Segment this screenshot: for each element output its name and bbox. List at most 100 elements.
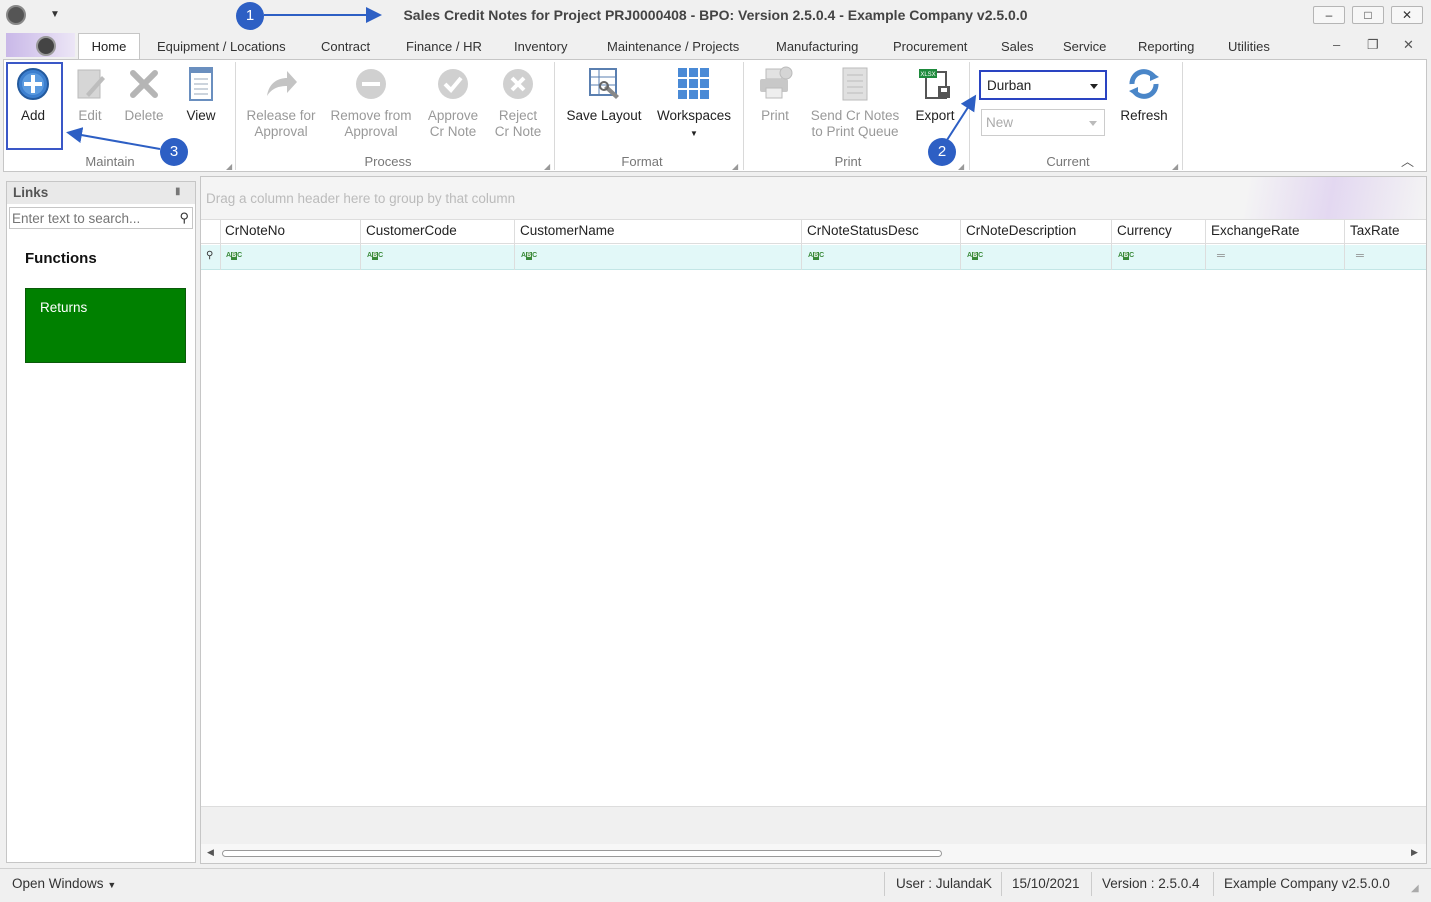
- pin-icon[interactable]: ▮: [175, 186, 181, 197]
- collapse-ribbon-icon[interactable]: ︿: [1401, 151, 1414, 170]
- tab-procurement[interactable]: Procurement: [893, 39, 967, 54]
- workspaces-button[interactable]: Workspaces ▼: [654, 66, 734, 142]
- column-header-exchangerate[interactable]: ExchangeRate: [1211, 223, 1300, 238]
- search-icon[interactable]: ⚲: [179, 210, 189, 226]
- reject-cr-note-button[interactable]: Reject Cr Note: [490, 66, 546, 140]
- refresh-icon: [1129, 69, 1159, 99]
- view-button[interactable]: View: [180, 66, 222, 124]
- tab-inventory[interactable]: Inventory: [514, 39, 567, 54]
- scrollbar-thumb[interactable]: [222, 850, 942, 857]
- scroll-right-icon[interactable]: ▶: [1411, 847, 1418, 858]
- scroll-left-icon[interactable]: ◀: [207, 847, 214, 858]
- credit-notes-grid: [200, 176, 1427, 864]
- mdi-close-button[interactable]: ✕: [1403, 37, 1414, 53]
- open-windows-menu[interactable]: Open Windows ▼: [12, 876, 116, 891]
- process-group-label: Process: [364, 154, 412, 169]
- text-filter-icon[interactable]: ABC: [1118, 252, 1134, 260]
- current-launcher-icon[interactable]: ◢: [1172, 162, 1178, 171]
- remove-from-approval-button[interactable]: Remove from Approval: [328, 66, 414, 140]
- equals-filter-icon[interactable]: ═: [1217, 250, 1225, 262]
- returns-tile-label: Returns: [40, 300, 88, 315]
- separator: [743, 62, 744, 170]
- column-header-crnotestatusdesc[interactable]: CrNoteStatusDesc: [807, 223, 919, 238]
- tab-maintenance-projects[interactable]: Maintenance / Projects: [607, 39, 739, 54]
- separator: [1213, 872, 1214, 896]
- tab-contract[interactable]: Contract: [321, 39, 370, 54]
- tab-home[interactable]: Home: [78, 33, 140, 60]
- save-layout-button[interactable]: Save Layout: [562, 66, 646, 124]
- process-launcher-icon[interactable]: ◢: [544, 162, 550, 171]
- status-bar: [0, 868, 1431, 902]
- tab-equipment-locations[interactable]: Equipment / Locations: [157, 39, 286, 54]
- mdi-restore-button[interactable]: ❐: [1367, 37, 1379, 53]
- export-xlsx-icon: XLSX: [919, 69, 950, 99]
- print-button[interactable]: Print: [752, 66, 798, 124]
- text-filter-icon[interactable]: ABC: [521, 252, 537, 260]
- close-button[interactable]: ✕: [1391, 6, 1423, 24]
- column-separator: [514, 220, 515, 270]
- tab-service[interactable]: Service: [1063, 39, 1106, 54]
- column-header-crnoteno[interactable]: CrNoteNo: [225, 223, 285, 238]
- maintain-group-label: Maintain: [85, 154, 135, 169]
- links-search-box[interactable]: ⚲: [9, 207, 193, 229]
- remove-label-1: Remove from: [330, 108, 412, 123]
- maintain-launcher-icon[interactable]: ◢: [226, 162, 232, 171]
- text-filter-icon[interactable]: ABC: [967, 252, 983, 260]
- chevron-down-icon: [1089, 121, 1097, 126]
- app-menu-button[interactable]: [6, 33, 75, 57]
- release-for-approval-button[interactable]: Release for Approval: [242, 66, 320, 140]
- column-header-currency[interactable]: Currency: [1117, 223, 1172, 238]
- tab-sales[interactable]: Sales: [1001, 39, 1034, 54]
- edit-icon: [77, 69, 105, 99]
- resize-grip-icon[interactable]: ◢: [1411, 883, 1419, 894]
- column-header-customercode[interactable]: CustomerCode: [366, 223, 457, 238]
- column-header-crnotedescription[interactable]: CrNoteDescription: [966, 223, 1076, 238]
- site-dropdown[interactable]: Durban: [979, 70, 1107, 100]
- refresh-label: Refresh: [1120, 108, 1168, 123]
- equals-filter-icon[interactable]: ═: [1356, 250, 1364, 262]
- delete-button[interactable]: Delete: [120, 66, 168, 124]
- minimize-button[interactable]: –: [1313, 6, 1345, 24]
- approve-cr-note-button[interactable]: Approve Cr Note: [422, 66, 484, 140]
- check-circle-icon: [438, 69, 468, 99]
- column-separator: [1205, 220, 1206, 270]
- export-label: Export: [915, 108, 955, 123]
- separator: [884, 872, 885, 896]
- send-to-print-queue-button[interactable]: Send Cr Notes to Print Queue: [806, 66, 904, 140]
- column-header-taxrate[interactable]: TaxRate: [1350, 223, 1400, 238]
- tab-finance-hr[interactable]: Finance / HR: [406, 39, 482, 54]
- separator: [1182, 62, 1183, 170]
- tab-utilities[interactable]: Utilities: [1228, 39, 1270, 54]
- print-launcher-icon[interactable]: ◢: [958, 162, 964, 171]
- text-filter-icon[interactable]: ABC: [226, 252, 242, 260]
- mdi-minimize-button[interactable]: –: [1333, 37, 1340, 52]
- maximize-button[interactable]: □: [1352, 6, 1384, 24]
- print-label: Print: [761, 108, 789, 123]
- text-filter-icon[interactable]: ABC: [808, 252, 824, 260]
- status-dropdown[interactable]: New: [981, 109, 1105, 136]
- column-separator: [960, 220, 961, 270]
- returns-tile[interactable]: Returns: [25, 288, 186, 363]
- separator: [1001, 872, 1002, 896]
- functions-heading: Functions: [25, 250, 97, 267]
- export-button[interactable]: XLSX Export: [910, 66, 960, 124]
- forward-arrow-icon: [267, 71, 297, 96]
- column-header-customername[interactable]: CustomerName: [520, 223, 615, 238]
- tab-reporting[interactable]: Reporting: [1138, 39, 1194, 54]
- app-menu-logo-icon: [36, 36, 56, 56]
- current-group-label: Current: [1046, 154, 1090, 169]
- column-separator: [1344, 220, 1345, 270]
- format-launcher-icon[interactable]: ◢: [732, 162, 738, 171]
- delete-icon: [130, 70, 158, 98]
- separator: [235, 62, 236, 170]
- send-label-2: to Print Queue: [811, 124, 899, 139]
- grid-footer: [201, 806, 1426, 844]
- links-search-input[interactable]: [12, 210, 172, 226]
- add-button[interactable]: Add: [10, 66, 56, 124]
- approve-label-1: Approve: [427, 108, 479, 123]
- edit-button[interactable]: Edit: [68, 66, 112, 124]
- text-filter-icon[interactable]: ABC: [367, 252, 383, 260]
- tab-manufacturing[interactable]: Manufacturing: [776, 39, 858, 54]
- save-layout-label: Save Layout: [566, 108, 642, 123]
- refresh-button[interactable]: Refresh: [1116, 66, 1172, 124]
